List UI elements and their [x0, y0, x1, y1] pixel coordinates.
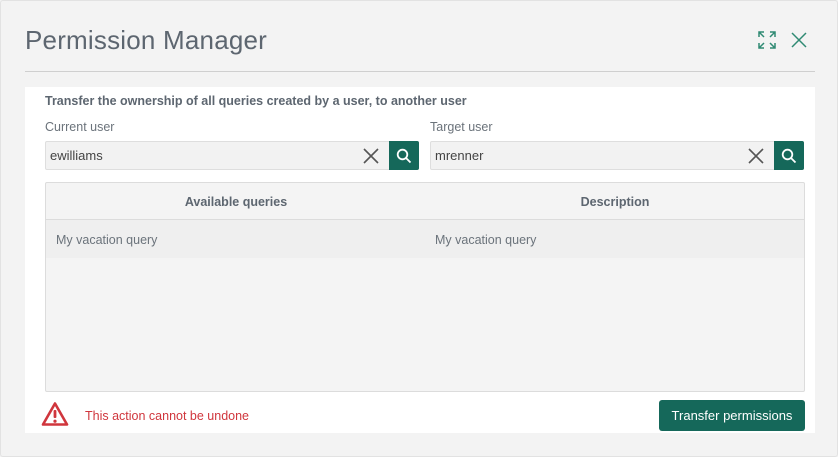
current-user-input[interactable] [46, 142, 351, 169]
expand-icon[interactable] [757, 30, 777, 50]
search-target-user-button[interactable] [774, 141, 804, 170]
search-current-user-button[interactable] [389, 141, 419, 170]
column-header-description[interactable]: Description [426, 195, 804, 209]
clear-current-user-icon[interactable] [362, 147, 380, 165]
table-header: Available queries Description [46, 183, 804, 220]
transfer-permissions-button[interactable]: Transfer permissions [659, 400, 805, 431]
current-user-field [45, 141, 419, 170]
target-user-field [430, 141, 804, 170]
transfer-panel: Transfer the ownership of all queries cr… [25, 87, 815, 433]
column-header-available-queries[interactable]: Available queries [46, 195, 426, 209]
table-row[interactable]: My vacation query My vacation query [46, 220, 804, 258]
permission-manager-dialog: Permission Manager Transfer the ownershi… [0, 0, 838, 457]
clear-target-user-icon[interactable] [747, 147, 765, 165]
close-icon[interactable] [789, 30, 809, 50]
panel-subtitle: Transfer the ownership of all queries cr… [45, 94, 467, 108]
current-user-label: Current user [45, 120, 115, 134]
query-name-cell: My vacation query [56, 233, 158, 247]
target-user-input[interactable] [431, 142, 736, 169]
warning-icon [41, 401, 69, 432]
header-divider [25, 71, 815, 72]
warning-message: This action cannot be undone [85, 409, 250, 423]
queries-table: Available queries Description My vacatio… [45, 182, 805, 392]
target-user-label: Target user [430, 120, 493, 134]
dialog-title: Permission Manager [25, 25, 268, 55]
search-icon [396, 148, 412, 164]
query-description-cell: My vacation query [435, 233, 537, 247]
search-icon [781, 148, 797, 164]
